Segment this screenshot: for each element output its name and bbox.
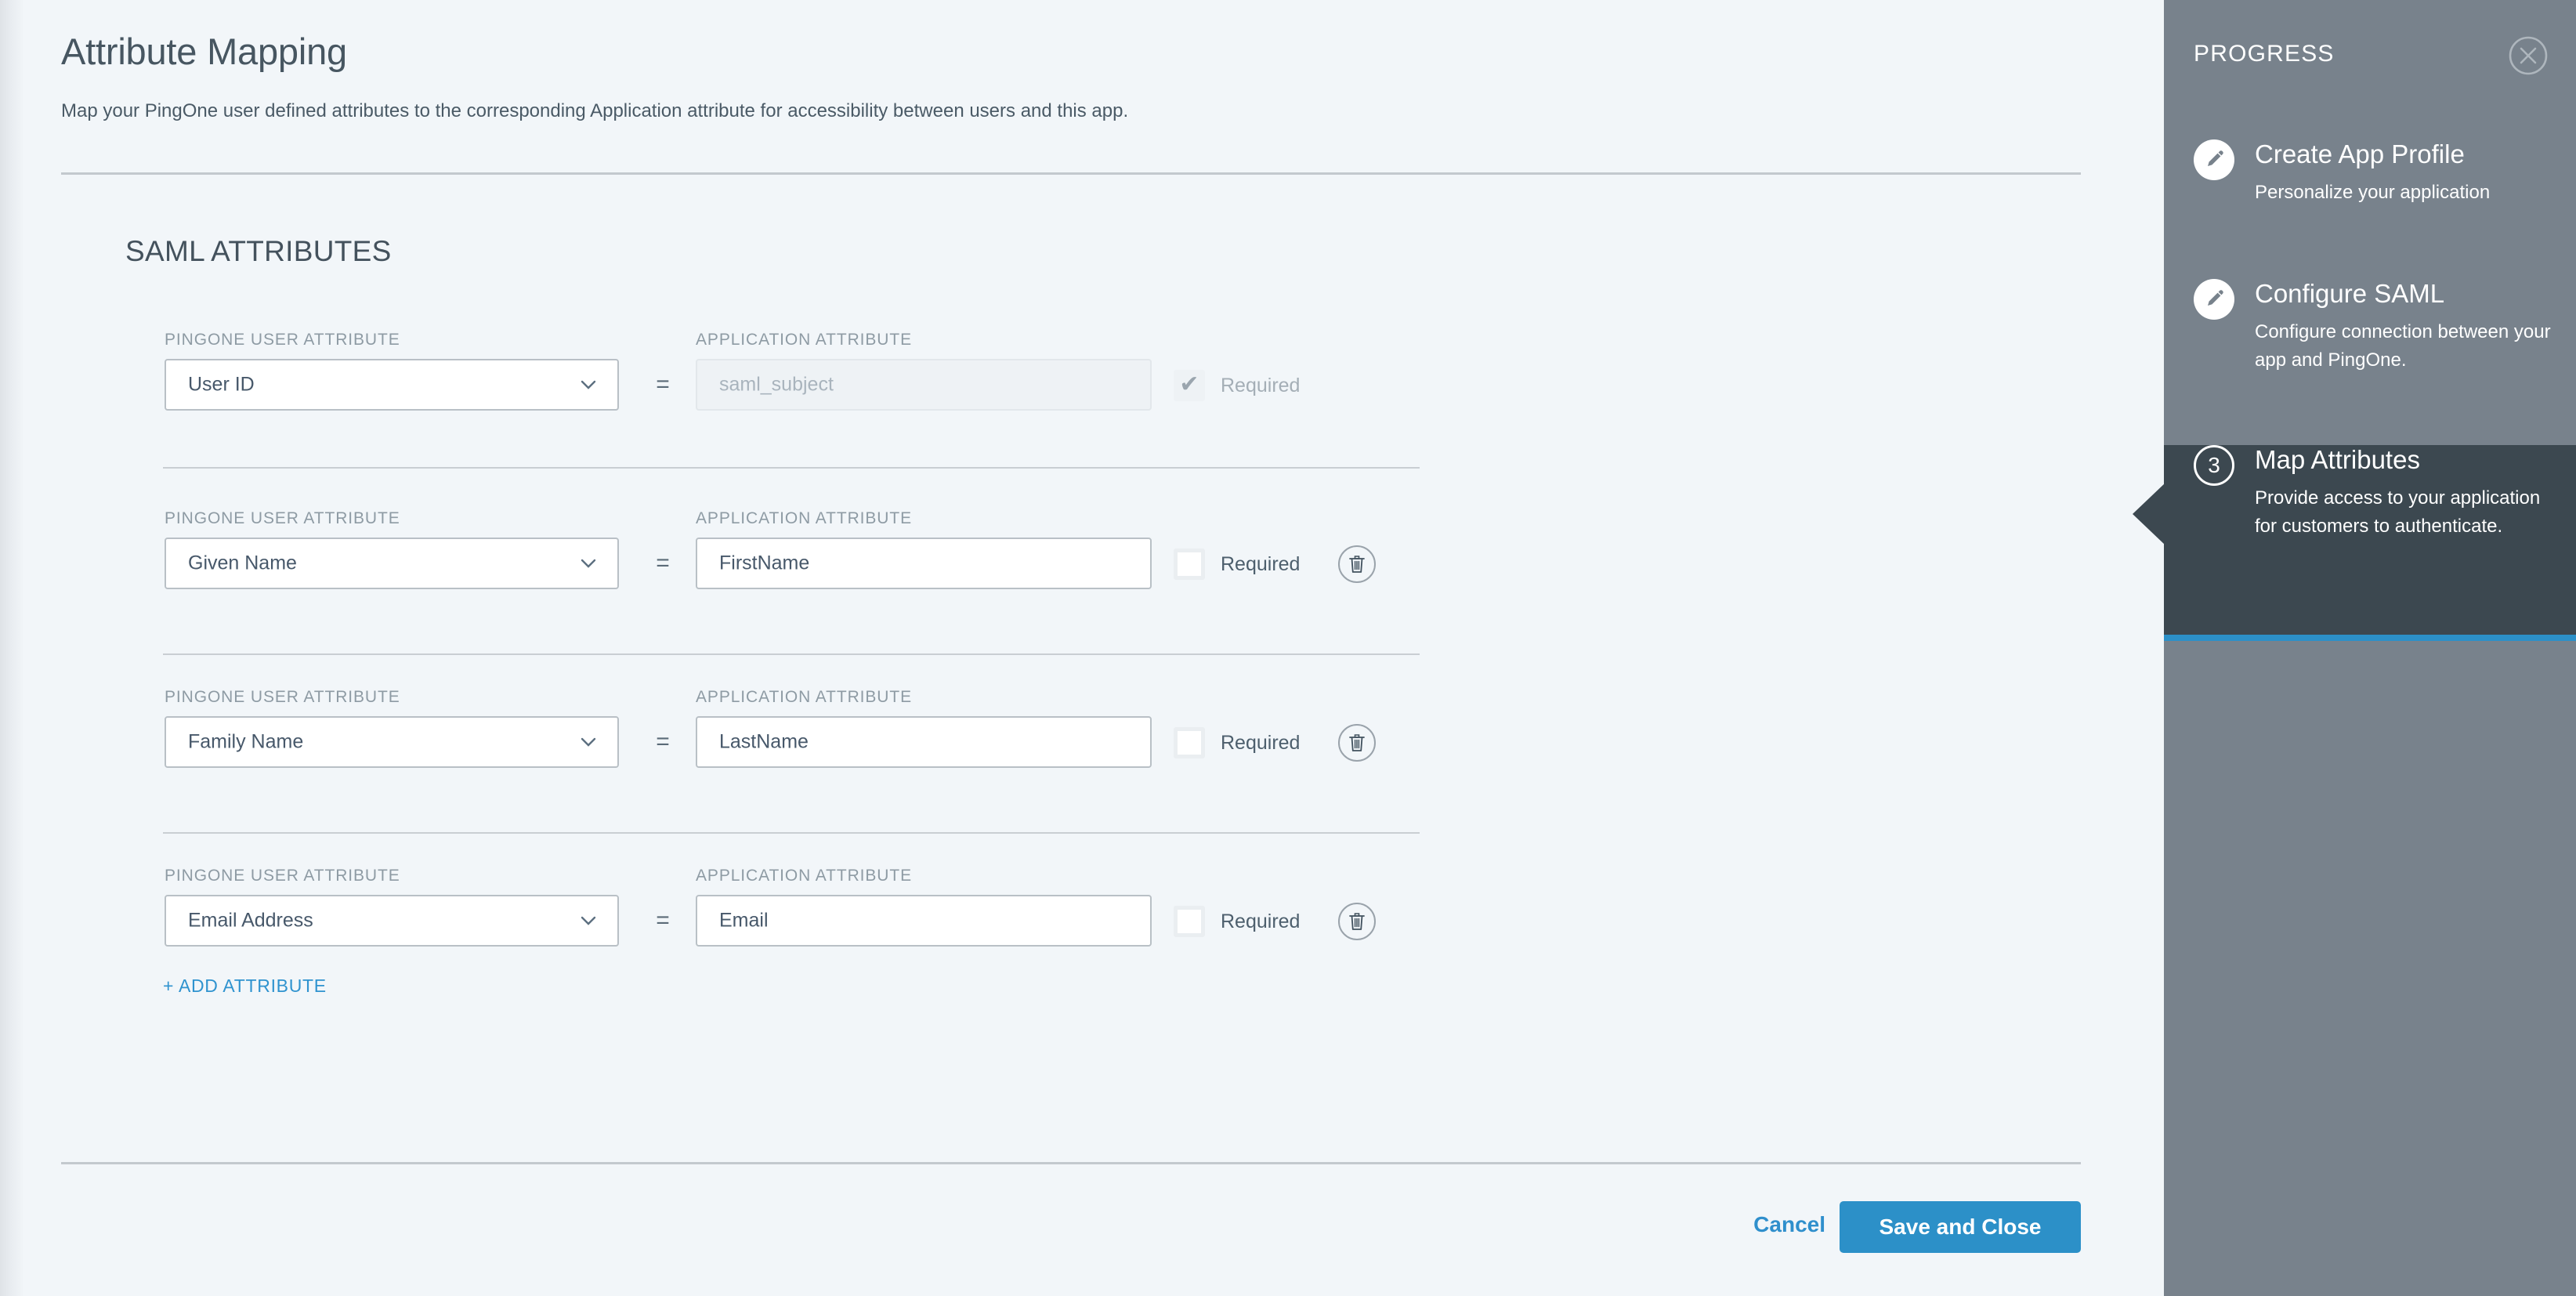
pingone-attribute-label: PINGONE USER ATTRIBUTE <box>165 867 400 885</box>
delete-attribute-button[interactable] <box>1338 903 1376 940</box>
save-and-close-button[interactable]: Save and Close <box>1840 1201 2081 1253</box>
required-label: Required <box>1221 370 1300 401</box>
sidebar-item-title: Map Attributes <box>2255 445 2420 475</box>
application-attribute-value: FirstName <box>719 552 809 575</box>
application-attribute-label: APPLICATION ATTRIBUTE <box>696 688 912 707</box>
pingone-attribute-value: Email Address <box>188 910 313 932</box>
required-label: Required <box>1221 548 1300 580</box>
pencil-icon <box>2194 279 2234 320</box>
progress-title: PROGRESS <box>2194 41 2335 67</box>
chevron-down-icon <box>580 733 597 751</box>
delete-attribute-button[interactable] <box>1338 724 1376 762</box>
sidebar-item-description: Provide access to your application for c… <box>2255 484 2552 541</box>
chevron-down-icon <box>580 912 597 929</box>
page-subtitle: Map your PingOne user defined attributes… <box>61 100 1128 122</box>
application-attribute-input[interactable]: LastName <box>696 716 1152 768</box>
sidebar-item-title: Create App Profile <box>2255 139 2465 169</box>
row-separator <box>163 832 1420 834</box>
application-attribute-input: saml_subject <box>696 359 1152 411</box>
pingone-attribute-label: PINGONE USER ATTRIBUTE <box>165 688 400 707</box>
pencil-icon <box>2194 139 2234 180</box>
sidebar-item-create-app-profile[interactable]: Create App Profile Personalize your appl… <box>2164 139 2576 227</box>
pingone-attribute-select[interactable]: Family Name <box>165 716 619 768</box>
step-number-badge: 3 <box>2194 445 2234 486</box>
header-divider <box>61 172 2081 175</box>
chevron-down-icon <box>580 555 597 572</box>
pingone-attribute-value: Family Name <box>188 731 303 754</box>
sidebar-item-configure-saml[interactable]: Configure SAML Configure connection betw… <box>2164 279 2576 448</box>
row-separator <box>163 467 1420 469</box>
table-row: PINGONE USER ATTRIBUTE APPLICATION ATTRI… <box>163 313 1420 492</box>
equals-sign: = <box>647 895 678 947</box>
cancel-button[interactable]: Cancel <box>1753 1207 1825 1243</box>
table-row: PINGONE USER ATTRIBUTE APPLICATION ATTRI… <box>163 671 1420 849</box>
pingone-attribute-select[interactable]: User ID <box>165 359 619 411</box>
application-attribute-label: APPLICATION ATTRIBUTE <box>696 867 912 885</box>
progress-sidebar: PROGRESS Create App Profile Personalize … <box>2164 0 2576 1296</box>
left-edge-shadow <box>0 0 24 1296</box>
page-title: Attribute Mapping <box>61 30 347 73</box>
attribute-rows: PINGONE USER ATTRIBUTE APPLICATION ATTRI… <box>163 313 1420 1028</box>
pingone-attribute-value: Given Name <box>188 552 297 575</box>
required-label: Required <box>1221 906 1300 937</box>
pingone-attribute-value: User ID <box>188 374 255 396</box>
application-attribute-value: Email <box>719 910 769 932</box>
required-checkbox[interactable] <box>1174 727 1205 758</box>
application-attribute-input[interactable]: FirstName <box>696 538 1152 589</box>
application-attribute-label: APPLICATION ATTRIBUTE <box>696 331 912 349</box>
required-checkbox[interactable] <box>1174 906 1205 937</box>
section-title: SAML ATTRIBUTES <box>125 235 392 268</box>
add-attribute-link[interactable]: + ADD ATTRIBUTE <box>163 976 327 997</box>
close-button[interactable] <box>2507 34 2549 77</box>
pingone-attribute-label: PINGONE USER ATTRIBUTE <box>165 509 400 528</box>
sidebar-item-description: Configure connection between your app an… <box>2255 318 2552 375</box>
equals-sign: = <box>647 359 678 411</box>
application-attribute-value: saml_subject <box>719 374 834 396</box>
required-label: Required <box>1221 727 1300 758</box>
sidebar-item-description: Personalize your application <box>2255 179 2552 207</box>
close-icon <box>2507 67 2549 79</box>
chevron-down-icon <box>580 376 597 393</box>
sidebar-item-map-attributes[interactable]: 3 Map Attributes Provide access to your … <box>2164 445 2576 641</box>
equals-sign: = <box>647 538 678 589</box>
delete-attribute-button[interactable] <box>1338 545 1376 583</box>
attribute-mapping-panel: Attribute Mapping Map your PingOne user … <box>0 0 2164 1296</box>
required-checkbox[interactable] <box>1174 548 1205 580</box>
required-checkbox <box>1174 370 1205 401</box>
table-row: PINGONE USER ATTRIBUTE APPLICATION ATTRI… <box>163 492 1420 671</box>
application-attribute-value: LastName <box>719 731 809 754</box>
sidebar-item-title: Configure SAML <box>2255 279 2444 309</box>
table-row: PINGONE USER ATTRIBUTE APPLICATION ATTRI… <box>163 849 1420 1028</box>
row-separator <box>163 653 1420 655</box>
application-attribute-input[interactable]: Email <box>696 895 1152 947</box>
pingone-attribute-select[interactable]: Email Address <box>165 895 619 947</box>
pingone-attribute-select[interactable]: Given Name <box>165 538 619 589</box>
application-attribute-label: APPLICATION ATTRIBUTE <box>696 509 912 528</box>
footer-divider <box>61 1162 2081 1164</box>
pingone-attribute-label: PINGONE USER ATTRIBUTE <box>165 331 400 349</box>
equals-sign: = <box>647 716 678 768</box>
